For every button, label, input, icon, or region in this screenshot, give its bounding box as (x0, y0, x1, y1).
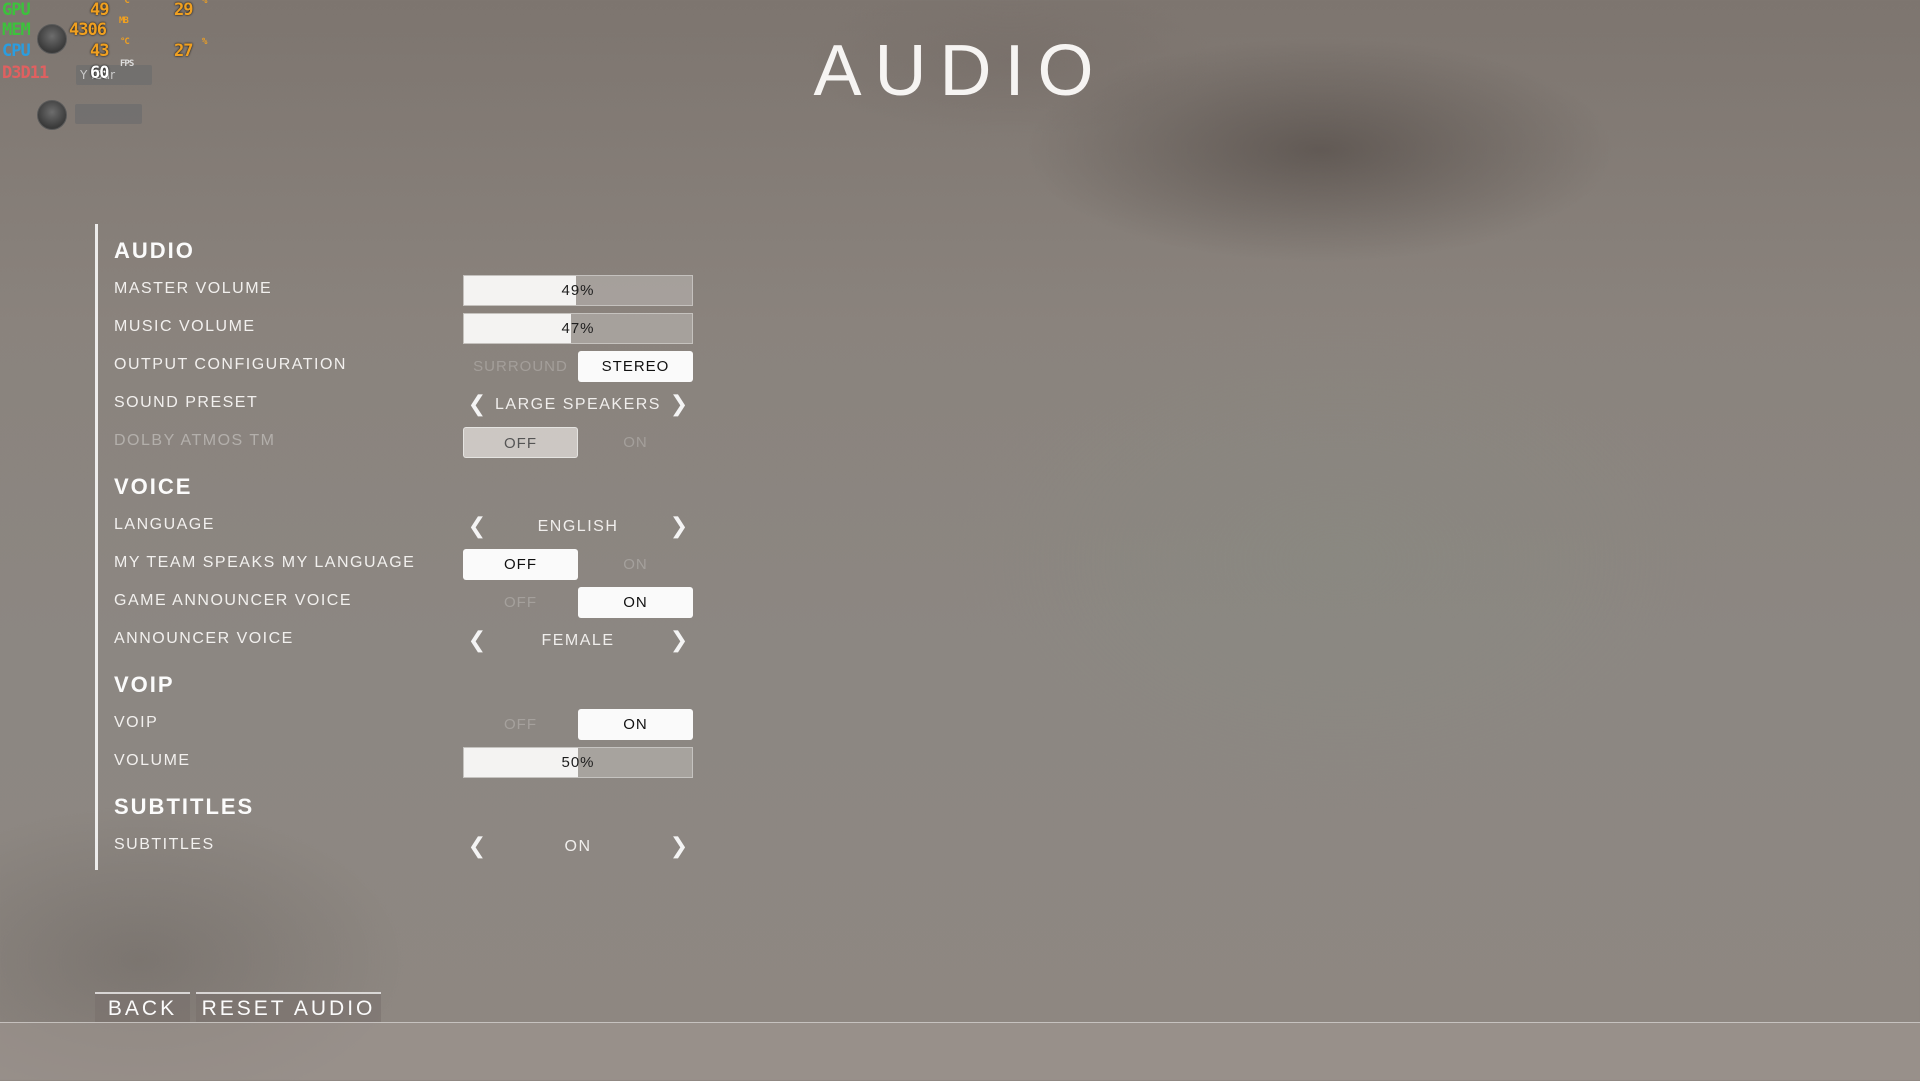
subtitles-value: ON (564, 838, 592, 855)
master-volume-value: 49% (561, 282, 595, 299)
hud-gpu-load: 29 (174, 0, 194, 20)
audio-settings-panel: AUDIO MASTER VOLUME 49% MUSIC VOLUME 47%… (95, 224, 738, 870)
voip-off[interactable]: OFF (463, 709, 578, 740)
music-volume-slider[interactable]: 47% (463, 313, 693, 344)
team-speaks-label: MY TEAM SPEAKS MY LANGUAGE (114, 554, 416, 571)
output-configuration-label: OUTPUT CONFIGURATION (114, 356, 347, 373)
sound-preset-selector: ❮ LARGE SPEAKERS ❯ (463, 389, 693, 420)
section-heading-subtitles: SUBTITLES (114, 794, 255, 819)
announcer-voice-value: FEMALE (541, 632, 615, 649)
game-announcer-on[interactable]: ON (578, 587, 693, 618)
output-configuration-surround[interactable]: SURROUND (463, 351, 578, 382)
bottom-bar (0, 1022, 1920, 1081)
hud-mem-unit: MB (119, 16, 129, 26)
voip-volume-slider[interactable]: 50% (463, 747, 693, 778)
voip-toggle: OFF ON (463, 709, 693, 740)
dolby-atmos-toggle: OFF ON (463, 427, 693, 458)
game-announcer-label: GAME ANNOUNCER VOICE (114, 592, 353, 609)
subtitles-selector: ❮ ON ❯ (463, 831, 693, 862)
language-selector: ❮ ENGLISH ❯ (463, 511, 693, 542)
language-value: ENGLISH (537, 518, 619, 535)
announcer-voice-selector: ❮ FEMALE ❯ (463, 625, 693, 656)
music-volume-value: 47% (561, 320, 595, 337)
page-title: AUDIO (813, 31, 1107, 111)
subtitles-label: SUBTITLES (114, 836, 215, 853)
chevron-left-icon[interactable]: ❮ (467, 625, 487, 656)
music-volume-label: MUSIC VOLUME (114, 318, 256, 335)
chevron-left-icon[interactable]: ❮ (467, 389, 487, 420)
chevron-right-icon[interactable]: ❯ (669, 511, 689, 542)
team-speaks-off[interactable]: OFF (463, 549, 578, 580)
hud-gpu-temp: 49 (90, 0, 110, 20)
hud-gpu-label: GPU (2, 0, 31, 20)
language-label: LANGUAGE (114, 516, 215, 533)
back-button[interactable]: BACK (95, 992, 190, 1022)
voip-label: VOIP (114, 714, 159, 731)
chevron-right-icon[interactable]: ❯ (669, 831, 689, 862)
team-speaks-toggle: OFF ON (463, 549, 693, 580)
voip-on[interactable]: ON (578, 709, 693, 740)
master-volume-label: MASTER VOLUME (114, 280, 273, 297)
game-announcer-toggle: OFF ON (463, 587, 693, 618)
output-configuration-stereo[interactable]: STEREO (578, 351, 693, 382)
master-volume-slider[interactable]: 49% (463, 275, 693, 306)
sound-preset-label: SOUND PRESET (114, 394, 259, 411)
sound-preset-value: LARGE SPEAKERS (495, 396, 661, 413)
section-heading-voice: VOICE (114, 474, 193, 499)
dolby-atmos-label: DOLBY ATMOS TM (114, 432, 276, 449)
chevron-left-icon[interactable]: ❮ (467, 831, 487, 862)
dolby-atmos-off: OFF (463, 427, 578, 458)
section-heading-voip: VOIP (114, 672, 175, 697)
dolby-atmos-on: ON (623, 434, 648, 451)
reset-audio-button[interactable]: RESET AUDIO (196, 992, 381, 1022)
chevron-right-icon[interactable]: ❯ (669, 389, 689, 420)
hud-gpu-load-unit: % (202, 0, 208, 6)
section-heading-audio: AUDIO (114, 238, 195, 263)
team-speaks-on[interactable]: ON (578, 549, 693, 580)
voip-volume-value: 50% (561, 754, 595, 771)
game-announcer-off[interactable]: OFF (463, 587, 578, 618)
chevron-right-icon[interactable]: ❯ (669, 625, 689, 656)
chevron-left-icon[interactable]: ❮ (467, 511, 487, 542)
voip-volume-label: VOLUME (114, 752, 191, 769)
output-configuration-toggle: SURROUND STEREO (463, 351, 693, 382)
hud-gpu-temp-unit: °C (120, 0, 130, 6)
announcer-voice-label: ANNOUNCER VOICE (114, 630, 294, 647)
